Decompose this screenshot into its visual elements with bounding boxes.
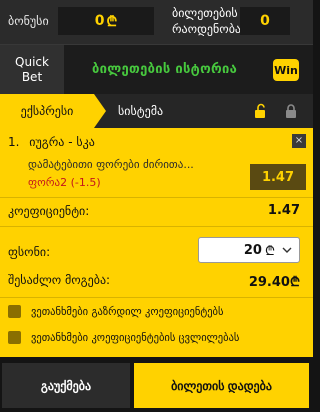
bet-history-bar: Quick Bet ბილეთების ისტორია Win <box>0 44 313 95</box>
account-info-bar: ბონუსი 0 ₾ ბილეთების რაოდენობა 0 <box>0 0 313 44</box>
accept-increased-odds-option[interactable]: ვეთანხმები გაზრდილ კოეფიციენტებს <box>8 305 223 318</box>
lari-icon: ₾ <box>106 13 118 30</box>
divider <box>0 197 313 198</box>
stake-value: 20 <box>243 242 262 258</box>
remove-selection-icon[interactable]: × <box>292 134 306 148</box>
stake-label: ფსონი: <box>8 245 51 259</box>
bonus-label: ბონუსი <box>8 14 49 28</box>
bet-slip: 1. იუგრა - სკა × დამატებითი ფორები ძირით… <box>0 128 313 357</box>
tickets-count-value: 0 <box>240 7 290 35</box>
bonus-value: 0 <box>94 13 105 29</box>
bet-type-tabs: ექსპრესი სისტემა <box>0 94 313 128</box>
possible-win-label: შესაძლო მოგება: <box>8 273 111 287</box>
accept-increased-odds-checkbox[interactable] <box>8 305 21 318</box>
lock-icon[interactable] <box>283 103 299 119</box>
divider <box>0 297 313 298</box>
total-odds-label: კოეფიციენტი: <box>8 204 90 218</box>
tab-express[interactable]: ექსპრესი <box>0 94 106 128</box>
cancel-button[interactable]: გაუქმება <box>2 363 130 408</box>
market-name: დამატებითი ფორები ძირითა... <box>28 158 194 171</box>
tickets-count-label: ბილეთების რაოდენობა <box>172 6 241 36</box>
total-odds-value: 1.47 <box>267 203 300 218</box>
event-name: იუგრა - სკა <box>29 135 95 149</box>
quick-bet-button[interactable]: Quick Bet <box>0 45 64 95</box>
ticket-history-link[interactable]: ბილეთების ისტორია <box>92 62 237 77</box>
possible-win-value: 29.40₾ <box>248 275 300 290</box>
chevron-down-icon[interactable] <box>281 244 293 256</box>
win-logo: Win <box>273 59 299 81</box>
lari-icon: ₾ <box>264 244 275 259</box>
place-bet-button[interactable]: ბილეთის დადება <box>134 363 309 408</box>
accept-odds-changes-option[interactable]: ვეთანხმები კოეფიციენტების ცვლილებას <box>8 331 239 344</box>
accept-odds-changes-checkbox[interactable] <box>8 331 21 344</box>
divider <box>0 226 313 227</box>
bonus-value-box: 0 ₾ <box>58 7 154 35</box>
stake-input[interactable]: 20 ₾ <box>198 237 300 263</box>
tab-system[interactable]: სისტემა <box>118 104 163 118</box>
selection-title: 1. იუგრა - სკა <box>8 135 95 149</box>
selection-pick: ფორა2 (-1.5) <box>28 176 101 189</box>
bet-actions: გაუქმება ბილეთის დადება <box>0 357 313 412</box>
selection-odds: 1.47 <box>250 164 306 190</box>
unlock-icon[interactable] <box>252 103 268 119</box>
